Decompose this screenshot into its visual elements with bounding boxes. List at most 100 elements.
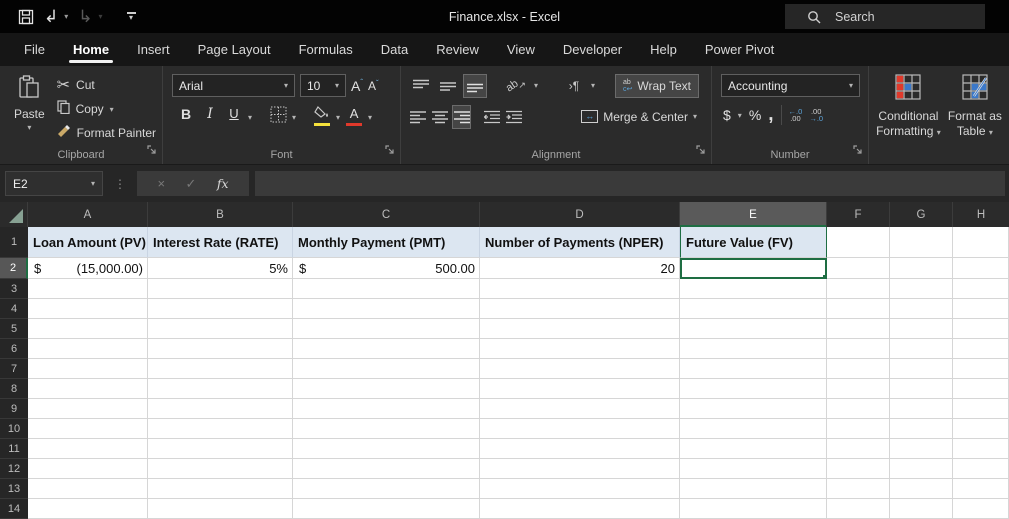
empty-cell[interactable] — [293, 359, 480, 379]
cell-g2[interactable] — [890, 258, 953, 279]
bold-button[interactable]: B — [176, 106, 196, 128]
cell-f2[interactable] — [827, 258, 890, 279]
empty-cell[interactable] — [827, 479, 890, 499]
text-direction-dropdown-icon[interactable]: ▾ — [591, 81, 595, 90]
middle-align-icon[interactable] — [436, 74, 460, 98]
alignment-dialog-launcher-icon[interactable] — [696, 142, 706, 160]
empty-cell[interactable] — [680, 439, 827, 459]
tab-formulas[interactable]: Formulas — [285, 33, 367, 66]
empty-cell[interactable] — [890, 439, 953, 459]
customize-qat-icon[interactable]: ▾ — [127, 12, 136, 21]
paste-dropdown-icon[interactable]: ▾ — [27, 123, 31, 132]
empty-cell[interactable] — [890, 299, 953, 319]
empty-cell[interactable] — [293, 439, 480, 459]
empty-cell[interactable] — [148, 399, 293, 419]
empty-cell[interactable] — [953, 419, 1009, 439]
empty-cell[interactable] — [293, 419, 480, 439]
empty-cell[interactable] — [480, 459, 680, 479]
empty-cell[interactable] — [148, 419, 293, 439]
font-color-icon[interactable]: A — [344, 106, 364, 128]
empty-cell[interactable] — [293, 299, 480, 319]
tab-file[interactable]: File — [10, 33, 59, 66]
empty-cell[interactable] — [293, 459, 480, 479]
accounting-format-dropdown-icon[interactable]: ▾ — [738, 111, 742, 120]
tab-view[interactable]: View — [493, 33, 549, 66]
fill-color-icon[interactable] — [312, 106, 332, 128]
row-header[interactable]: 11 — [0, 439, 28, 459]
empty-cell[interactable] — [148, 339, 293, 359]
empty-cell[interactable] — [480, 299, 680, 319]
empty-cell[interactable] — [148, 299, 293, 319]
empty-cell[interactable] — [148, 439, 293, 459]
empty-cell[interactable] — [953, 359, 1009, 379]
tab-home[interactable]: Home — [59, 33, 123, 66]
column-header-b[interactable]: B — [148, 202, 293, 227]
font-color-dropdown-icon[interactable]: ▾ — [368, 113, 372, 122]
top-align-icon[interactable] — [409, 74, 433, 98]
empty-cell[interactable] — [953, 319, 1009, 339]
cut-button[interactable]: ✂ Cut — [57, 76, 156, 94]
empty-cell[interactable] — [28, 359, 148, 379]
row-header[interactable]: 13 — [0, 479, 28, 499]
empty-cell[interactable] — [28, 379, 148, 399]
cell-e2-active[interactable] — [680, 258, 827, 279]
row-header[interactable]: 6 — [0, 339, 28, 359]
empty-cell[interactable] — [480, 499, 680, 519]
empty-cell[interactable] — [28, 399, 148, 419]
empty-cell[interactable] — [480, 419, 680, 439]
empty-cell[interactable] — [890, 399, 953, 419]
row-header[interactable]: 10 — [0, 419, 28, 439]
column-header-c[interactable]: C — [293, 202, 480, 227]
borders-dropdown-icon[interactable]: ▾ — [292, 113, 296, 122]
empty-cell[interactable] — [953, 399, 1009, 419]
empty-cell[interactable] — [953, 499, 1009, 519]
save-icon[interactable] — [18, 9, 34, 25]
cell-e1[interactable]: Future Value (FV) — [680, 227, 827, 258]
empty-cell[interactable] — [890, 419, 953, 439]
increase-indent-icon[interactable] — [505, 105, 524, 129]
empty-cell[interactable] — [890, 479, 953, 499]
column-header-d[interactable]: D — [480, 202, 680, 227]
empty-cell[interactable] — [293, 499, 480, 519]
empty-cell[interactable] — [480, 279, 680, 299]
tab-developer[interactable]: Developer — [549, 33, 636, 66]
empty-cell[interactable] — [28, 299, 148, 319]
empty-cell[interactable] — [680, 419, 827, 439]
formula-input[interactable] — [255, 171, 1005, 196]
search-box[interactable]: Search — [785, 4, 985, 29]
empty-cell[interactable] — [28, 439, 148, 459]
empty-cell[interactable] — [480, 359, 680, 379]
empty-cell[interactable] — [680, 459, 827, 479]
empty-cell[interactable] — [827, 499, 890, 519]
conditional-formatting-button[interactable]: ConditionalFormatting ▾ — [876, 74, 941, 164]
empty-cell[interactable] — [293, 339, 480, 359]
align-center-icon[interactable] — [431, 105, 450, 129]
fill-handle[interactable] — [822, 274, 827, 279]
cancel-icon[interactable]: × — [157, 176, 165, 191]
row-header[interactable]: 8 — [0, 379, 28, 399]
tab-data[interactable]: Data — [367, 33, 422, 66]
align-right-icon[interactable] — [452, 105, 471, 129]
empty-cell[interactable] — [680, 319, 827, 339]
row-header[interactable]: 4 — [0, 299, 28, 319]
decrease-indent-icon[interactable] — [483, 105, 502, 129]
empty-cell[interactable] — [680, 379, 827, 399]
empty-cell[interactable] — [148, 319, 293, 339]
empty-cell[interactable] — [953, 459, 1009, 479]
empty-cell[interactable] — [480, 399, 680, 419]
cell-h1[interactable] — [953, 227, 1009, 258]
empty-cell[interactable] — [28, 319, 148, 339]
empty-cell[interactable] — [28, 419, 148, 439]
empty-cell[interactable] — [827, 439, 890, 459]
row-header-1[interactable]: 1 — [0, 227, 28, 258]
format-painter-button[interactable]: Format Painter — [57, 124, 156, 142]
tab-page-layout[interactable]: Page Layout — [184, 33, 285, 66]
comma-style-button[interactable]: , — [768, 110, 773, 120]
empty-cell[interactable] — [480, 319, 680, 339]
empty-cell[interactable] — [953, 299, 1009, 319]
font-size-combo[interactable]: 10▾ — [300, 74, 346, 97]
empty-cell[interactable] — [827, 379, 890, 399]
row-header[interactable]: 5 — [0, 319, 28, 339]
cell-a2[interactable]: $ (15,000.00) — [28, 258, 148, 279]
empty-cell[interactable] — [827, 299, 890, 319]
